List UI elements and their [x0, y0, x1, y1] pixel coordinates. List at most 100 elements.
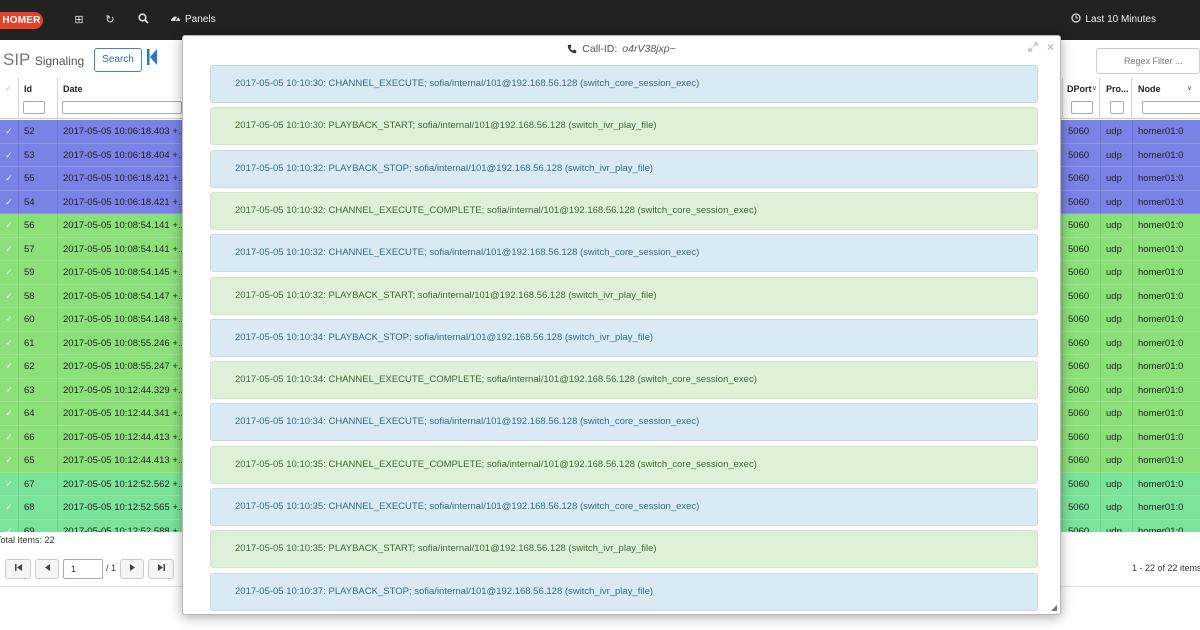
time-range-selector[interactable]: Last 10 Minutes: [1071, 12, 1156, 27]
log-entry[interactable]: 2017-05-05 10:10:30: PLAYBACK_START; sof…: [210, 107, 1038, 146]
refresh-icon[interactable]: ↻: [103, 13, 117, 27]
row-select-checkbox[interactable]: ✓: [0, 284, 19, 308]
row-proto-cell: udp: [1100, 449, 1132, 473]
row-dport-cell: 5060: [1062, 214, 1099, 238]
row-dport-cell: 5060: [1062, 449, 1099, 473]
header-proto[interactable]: Pro...: [1100, 78, 1132, 119]
panels-menu[interactable]: Panels: [170, 13, 216, 27]
modal-header[interactable]: Call-ID: o4rV38jxp~: [183, 36, 1060, 61]
resize-handle-icon[interactable]: ◢: [1051, 603, 1057, 612]
row-node-cell: homer01:0: [1132, 261, 1200, 285]
header-node[interactable]: Node ∨: [1132, 78, 1200, 119]
log-entry[interactable]: 2017-05-05 10:10:34: PLAYBACK_STOP; sofi…: [210, 318, 1038, 357]
search-button[interactable]: Search: [94, 48, 142, 72]
log-entry[interactable]: 2017-05-05 10:10:35: CHANNEL_EXECUTE; so…: [210, 488, 1038, 526]
row-id-cell: 60: [19, 308, 58, 332]
row-dport-cell: 5060: [1062, 331, 1099, 355]
plus-square-icon[interactable]: ⊞: [72, 13, 86, 27]
panels-label: Panels: [185, 14, 216, 25]
header-dport[interactable]: DPort ∨: [1062, 78, 1100, 119]
log-entry[interactable]: 2017-05-05 10:10:35: PLAYBACK_START; sof…: [210, 530, 1038, 569]
regex-filter-input[interactable]: Regex Filter ...: [1096, 48, 1200, 74]
row-proto-cell: udp: [1100, 425, 1132, 449]
prev-page-button[interactable]: [35, 559, 59, 579]
header-select-all[interactable]: ✓: [0, 78, 19, 119]
log-entry[interactable]: 2017-05-05 10:10:35: CHANNEL_EXECUTE_COM…: [210, 445, 1038, 484]
row-proto-cell: udp: [1100, 284, 1132, 308]
row-select-checkbox[interactable]: ✓: [0, 214, 19, 238]
row-select-checkbox[interactable]: ✓: [0, 331, 19, 355]
search-icon[interactable]: [136, 13, 150, 27]
log-entry[interactable]: 2017-05-05 10:10:32: CHANNEL_EXECUTE; so…: [210, 234, 1038, 273]
chevron-down-icon[interactable]: ∨: [1092, 84, 1097, 92]
first-page-button[interactable]: [5, 559, 31, 579]
row-dport-cell: 5060: [1062, 472, 1099, 496]
page-number-input[interactable]: 1: [63, 559, 103, 579]
row-date-cell: 2017-05-05 10:12:52.562 +...: [63, 478, 186, 490]
row-select-checkbox[interactable]: ✓: [0, 355, 19, 379]
row-dport-cell: 5060: [1062, 355, 1099, 379]
row-id-cell: 58: [19, 284, 58, 308]
row-select-checkbox[interactable]: ✓: [0, 496, 19, 520]
row-date-cell: 2017-05-05 10:08:54.148 +...: [63, 314, 186, 325]
page-of-label: / 1: [106, 563, 117, 573]
step-backward-icon[interactable]: [146, 48, 160, 70]
items-range: 1 - 22 of 22 items: [1132, 563, 1200, 573]
row-id-cell: 57: [19, 237, 58, 261]
row-select-checkbox[interactable]: ✓: [0, 378, 19, 402]
log-entry[interactable]: 2017-05-05 10:10:34: CHANNEL_EXECUTE; so…: [210, 403, 1038, 442]
row-select-checkbox[interactable]: ✓: [0, 425, 19, 449]
row-id-cell: 53: [19, 143, 58, 167]
row-select-checkbox[interactable]: ✓: [0, 519, 19, 532]
row-date-cell: 2017-05-05 10:12:44.413 +...: [63, 431, 186, 443]
dport-filter-input[interactable]: [1071, 101, 1093, 114]
row-select-checkbox[interactable]: ✓: [0, 449, 19, 473]
row-node-cell: homer01:0: [1132, 331, 1200, 355]
top-navbar: HOMER ⊞ ↻ Panels Last 10 Minutes: [0, 0, 1200, 40]
date-filter-input[interactable]: [62, 101, 182, 114]
time-range-label: Last 10 Minutes: [1085, 14, 1156, 25]
total-items: Total Items: 22: [0, 535, 55, 545]
log-entry[interactable]: 2017-05-05 10:10:37: PLAYBACK_STOP; sofi…: [210, 572, 1038, 611]
row-date-cell: 2017-05-05 10:08:55.246 +...: [63, 337, 186, 349]
header-dport-label: DPort: [1067, 84, 1092, 94]
node-filter-input[interactable]: [1142, 101, 1200, 114]
row-select-checkbox[interactable]: ✓: [0, 308, 19, 332]
row-node-cell: homer01:0: [1132, 214, 1200, 238]
row-date-cell: 2017-05-05 10:12:44.341 +...: [63, 408, 186, 419]
header-proto-label: Pro...: [1106, 84, 1129, 94]
row-select-checkbox[interactable]: ✓: [0, 472, 19, 496]
proto-filter-input[interactable]: [1110, 101, 1124, 114]
row-select-checkbox[interactable]: ✓: [0, 143, 19, 167]
header-id[interactable]: Id: [19, 78, 58, 119]
close-icon[interactable]: ×: [1047, 40, 1054, 54]
homer-logo[interactable]: HOMER: [0, 12, 43, 29]
id-filter-input[interactable]: [23, 101, 45, 114]
next-page-button[interactable]: [120, 559, 144, 579]
row-dport-cell: 5060: [1062, 143, 1099, 167]
row-date-cell: 2017-05-05 10:12:44.329 +...: [63, 384, 186, 396]
row-select-checkbox[interactable]: ✓: [0, 167, 19, 191]
row-id-cell: 54: [19, 190, 58, 214]
expand-icon[interactable]: [1028, 42, 1038, 55]
row-select-checkbox[interactable]: ✓: [0, 402, 19, 426]
log-entry[interactable]: 2017-05-05 10:10:32: PLAYBACK_STOP; sofi…: [210, 149, 1038, 188]
check-icon: ✓: [5, 84, 12, 93]
chevron-down-icon[interactable]: ∨: [1187, 84, 1192, 92]
row-select-checkbox[interactable]: ✓: [0, 261, 19, 285]
row-date-cell: 2017-05-05 10:12:52.588 +...: [63, 525, 186, 533]
row-select-checkbox[interactable]: ✓: [0, 237, 19, 261]
row-dport-cell: 5060: [1062, 190, 1099, 214]
row-select-checkbox[interactable]: ✓: [0, 190, 19, 214]
last-page-button[interactable]: [148, 559, 174, 579]
row-proto-cell: udp: [1100, 331, 1132, 355]
log-entry[interactable]: 2017-05-05 10:10:30: CHANNEL_EXECUTE; so…: [210, 65, 1038, 103]
row-select-checkbox[interactable]: ✓: [0, 120, 19, 144]
row-date-cell: 2017-05-05 10:06:18.403 +...: [63, 126, 186, 137]
log-entry[interactable]: 2017-05-05 10:10:32: PLAYBACK_START; sof…: [210, 276, 1038, 315]
row-date-cell: 2017-05-05 10:08:54.145 +...: [63, 267, 186, 278]
log-entry[interactable]: 2017-05-05 10:10:34: CHANNEL_EXECUTE_COM…: [210, 361, 1038, 400]
header-date[interactable]: Date: [58, 78, 188, 119]
row-id-cell: 62: [19, 355, 58, 379]
log-entry[interactable]: 2017-05-05 10:10:32: CHANNEL_EXECUTE_COM…: [210, 191, 1038, 230]
